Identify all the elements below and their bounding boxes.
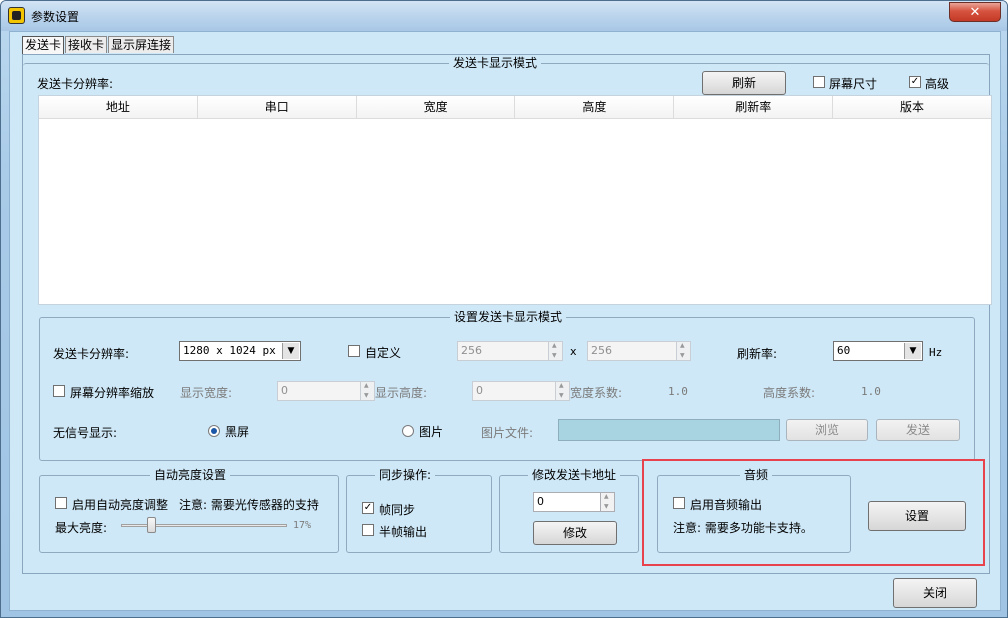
custom-height-input[interactable]: 256 — [587, 341, 677, 361]
resolution-select[interactable]: 1280 x 1024 px ▼ — [179, 341, 301, 361]
window-close-button[interactable]: ✕ — [949, 2, 1001, 22]
advanced-label: 高级 — [925, 77, 950, 91]
resolution-select-value: 1280 x 1024 px — [183, 344, 276, 357]
max-brightness-slider-thumb[interactable] — [147, 517, 156, 533]
close-button[interactable]: 关闭 — [893, 578, 977, 608]
sending-card-page: 发送卡显示模式 发送卡分辨率: 刷新 屏幕尺寸 ✓ 高级 地址 串口 宽度 高度… — [22, 54, 992, 574]
resolution-label: 发送卡分辨率: — [37, 77, 114, 91]
display-height-input[interactable]: 0 — [472, 381, 556, 401]
screen-size-label: 屏幕尺寸 — [829, 77, 878, 91]
picture-file-input[interactable] — [558, 419, 780, 441]
custom-checkbox[interactable] — [348, 345, 360, 357]
address-legend: 修改发送卡地址 — [528, 467, 621, 483]
half-frame-label: 半帧输出 — [379, 525, 428, 539]
app-logo-icon — [8, 7, 25, 24]
half-frame-checkbox[interactable] — [362, 524, 374, 536]
resolution-scale-checkbox[interactable] — [53, 385, 65, 397]
browse-button[interactable]: 浏览 — [786, 419, 868, 441]
column-address[interactable]: 地址 — [39, 96, 198, 118]
black-screen-radio[interactable] — [208, 425, 220, 437]
screen-size-checkbox[interactable] — [813, 76, 825, 88]
chevron-down-icon[interactable]: ▼ — [904, 343, 921, 359]
send-button[interactable]: 发送 — [876, 419, 960, 441]
display-mode-legend: 发送卡显示模式 — [449, 55, 542, 71]
refresh-rate-value: 60 — [837, 344, 851, 357]
sending-card-list[interactable]: 地址 串口 宽度 高度 刷新率 版本 — [38, 95, 992, 305]
max-brightness-percent: 17% — [293, 520, 312, 531]
tab-sending-card[interactable]: 发送卡 — [22, 36, 65, 54]
tab-strip: 发送卡 接收卡 显示屏连接 — [22, 36, 175, 54]
custom-label: 自定义 — [365, 346, 402, 360]
picture-file-label: 图片文件: — [481, 426, 534, 440]
list-header: 地址 串口 宽度 高度 刷新率 版本 — [39, 96, 991, 119]
width-coefficient-value: 1.0 — [668, 385, 688, 398]
custom-height-spinner[interactable] — [676, 341, 691, 361]
window-title: 参数设置 — [31, 10, 80, 24]
no-signal-label: 无信号显示: — [53, 426, 118, 440]
set-resolution-label: 发送卡分辨率: — [53, 347, 130, 361]
chevron-down-icon[interactable]: ▼ — [282, 343, 299, 359]
client-area: 发送卡 接收卡 显示屏连接 发送卡显示模式 发送卡分辨率: 刷新 屏幕尺寸 ✓ … — [9, 31, 1001, 611]
x-separator: x — [570, 345, 577, 358]
display-width-label: 显示宽度: — [180, 386, 233, 400]
tab-receiving-card[interactable]: 接收卡 — [65, 36, 108, 53]
display-width-spinner[interactable] — [360, 381, 375, 401]
tab-screen-connection[interactable]: 显示屏连接 — [108, 36, 175, 53]
black-screen-label: 黑屏 — [225, 425, 250, 439]
width-coefficient-label: 宽度系数: — [570, 386, 623, 400]
picture-radio[interactable] — [402, 425, 414, 437]
address-spinner[interactable] — [600, 492, 615, 512]
audio-highlight-box — [642, 459, 985, 566]
max-brightness-slider[interactable] — [121, 524, 287, 527]
sync-group: 同步操作: — [346, 467, 492, 553]
custom-width-spinner[interactable] — [548, 341, 563, 361]
auto-brightness-group: 自动亮度设置 — [39, 467, 339, 553]
refresh-rate-select[interactable]: 60 ▼ — [833, 341, 923, 361]
height-coefficient-label: 高度系数: — [763, 386, 816, 400]
column-serial-port[interactable]: 串口 — [198, 96, 357, 118]
auto-brightness-checkbox[interactable] — [55, 497, 67, 509]
title-bar[interactable]: 参数设置 ✕ — [1, 1, 1007, 31]
address-input[interactable]: 0 — [533, 492, 601, 512]
modify-address-button[interactable]: 修改 — [533, 521, 617, 545]
set-mode-legend: 设置发送卡显示模式 — [450, 309, 567, 325]
custom-width-input[interactable]: 256 — [457, 341, 549, 361]
picture-label: 图片 — [419, 425, 444, 439]
advanced-checkbox[interactable]: ✓ — [909, 76, 921, 88]
refresh-button[interactable]: 刷新 — [702, 71, 786, 95]
column-refresh-rate[interactable]: 刷新率 — [674, 96, 834, 118]
display-width-input[interactable]: 0 — [277, 381, 361, 401]
height-coefficient-value: 1.0 — [861, 385, 881, 398]
light-sensor-note: 注意: 需要光传感器的支持 — [179, 498, 319, 512]
hz-unit-label: Hz — [929, 346, 943, 359]
auto-brightness-legend: 自动亮度设置 — [150, 467, 231, 483]
column-width[interactable]: 宽度 — [357, 96, 516, 118]
refresh-rate-label: 刷新率: — [737, 347, 778, 361]
column-version[interactable]: 版本 — [833, 96, 991, 118]
frame-sync-label: 帧同步 — [379, 503, 416, 517]
sync-legend: 同步操作: — [375, 467, 436, 483]
max-brightness-label: 最大亮度: — [55, 521, 108, 535]
settings-window: 参数设置 ✕ 发送卡 接收卡 显示屏连接 发送卡显示模式 发送卡分辨率: 刷新 … — [0, 0, 1008, 618]
display-height-spinner[interactable] — [555, 381, 570, 401]
frame-sync-checkbox[interactable]: ✓ — [362, 502, 374, 514]
display-height-label: 显示高度: — [375, 386, 428, 400]
column-height[interactable]: 高度 — [515, 96, 675, 118]
resolution-scale-label: 屏幕分辨率缩放 — [70, 386, 155, 400]
auto-brightness-label: 启用自动亮度调整 — [72, 498, 169, 512]
